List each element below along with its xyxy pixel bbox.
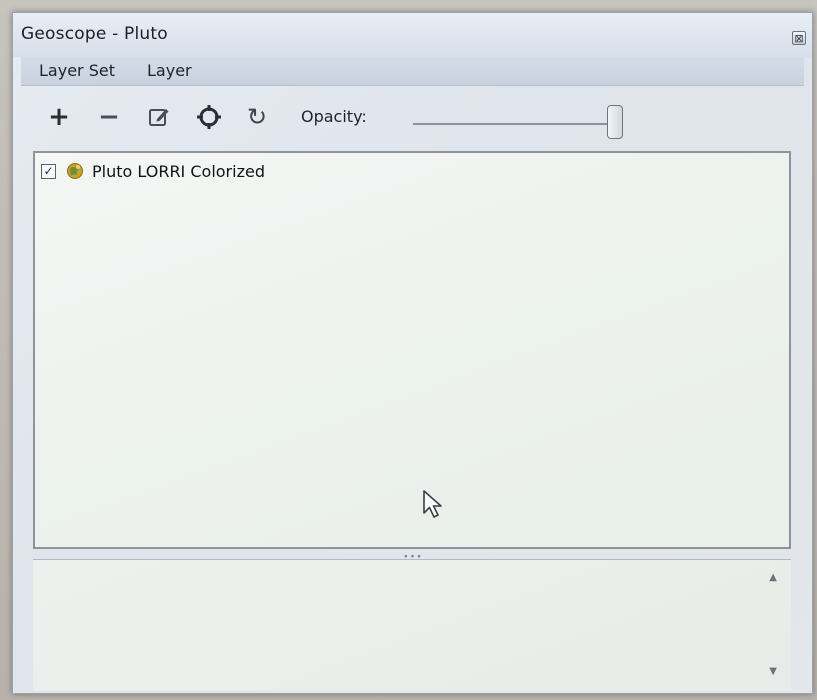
scroll-up-icon[interactable]: ▲	[769, 572, 777, 583]
close-button[interactable]: ⊠	[792, 31, 806, 45]
geoscope-window: Geoscope - Pluto ⊠ Layer Set Layer + − ↻…	[12, 12, 813, 694]
edit-layer-button[interactable]	[143, 101, 175, 133]
layer-detail-panel: ▲ ▼	[33, 559, 791, 691]
crosshair-icon	[197, 105, 221, 129]
checkmark-icon: ✓	[43, 164, 54, 178]
opacity-label: Opacity:	[301, 107, 367, 126]
list-item[interactable]: ✓ Pluto LORRI Colorized	[41, 159, 265, 183]
opacity-slider[interactable]	[413, 123, 623, 125]
panel-splitter[interactable]: ∙∙∙	[33, 551, 791, 562]
zoom-to-layer-button[interactable]	[193, 101, 225, 133]
refresh-button[interactable]: ↻	[241, 101, 273, 133]
opacity-slider-handle[interactable]	[607, 105, 623, 139]
layer-globe-icon	[67, 163, 83, 179]
minus-icon: −	[98, 102, 120, 132]
layer-list: ✓ Pluto LORRI Colorized	[33, 151, 791, 549]
remove-layer-button[interactable]: −	[93, 101, 125, 133]
mouse-cursor-icon	[423, 490, 442, 518]
menu-layer-set[interactable]: Layer Set	[39, 61, 115, 80]
title-bar: Geoscope - Pluto ⊠	[13, 13, 812, 57]
add-layer-button[interactable]: +	[43, 101, 75, 133]
scroll-down-icon[interactable]: ▼	[769, 666, 777, 677]
plus-icon: +	[48, 102, 70, 132]
menu-bar: Layer Set Layer	[21, 57, 804, 86]
menu-layer[interactable]: Layer	[147, 61, 192, 80]
window-title: Geoscope - Pluto	[21, 24, 168, 44]
toolbar: + − ↻ Opacity:	[29, 93, 796, 143]
refresh-icon: ↻	[246, 103, 268, 131]
edit-icon	[149, 109, 169, 126]
layer-label: Pluto LORRI Colorized	[92, 161, 265, 181]
layer-visibility-checkbox[interactable]: ✓	[41, 163, 56, 179]
